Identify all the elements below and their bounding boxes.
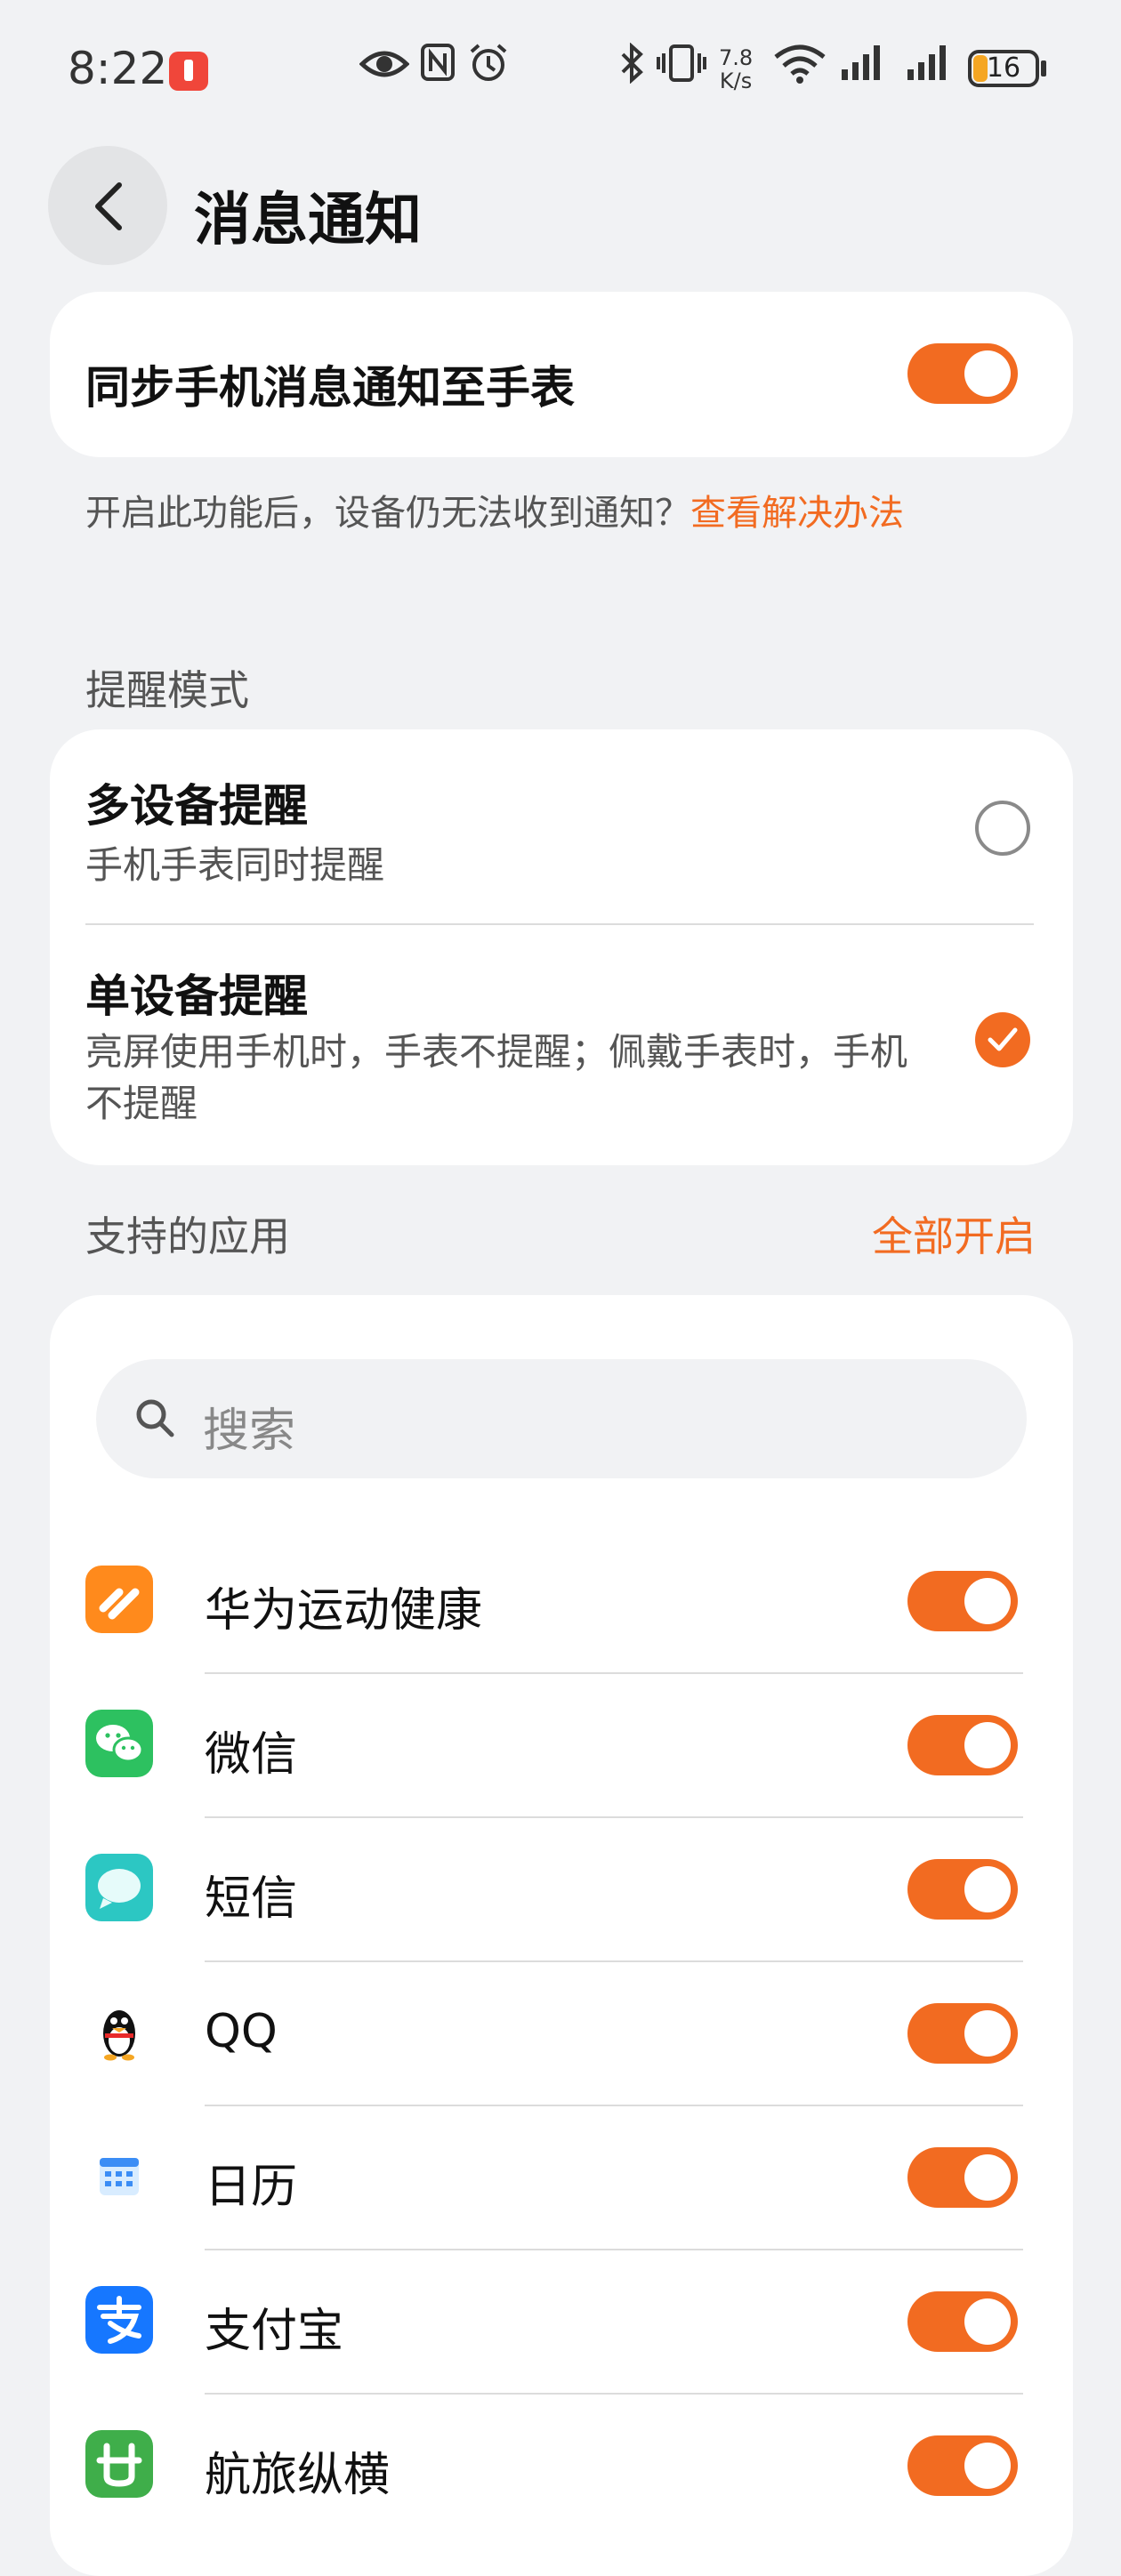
nfc-icon (420, 43, 456, 96)
app-row: 华为运动健康 (50, 1530, 1073, 1674)
app-name: 航旅纵横 (205, 2449, 391, 2502)
check-icon (988, 1027, 1018, 1051)
vibrate-icon (657, 43, 706, 98)
bluetooth-icon (619, 42, 646, 98)
app-toggle[interactable] (907, 1715, 1018, 1775)
alipay-icon (85, 2286, 153, 2354)
supported-apps-label: 支持的应用 (85, 1212, 290, 1260)
app-name: 日历 (205, 2161, 298, 2214)
app-name: 微信 (205, 1728, 298, 1782)
option-desc: 手机手表同时提醒 (85, 843, 385, 887)
page-title: 消息通知 (194, 188, 422, 254)
reminder-option-multi[interactable]: 多设备提醒 手机手表同时提醒 (50, 729, 1073, 923)
reminder-mode-card: 多设备提醒 手机手表同时提醒 单设备提醒 亮屏使用手机时，手表不提醒；佩戴手表时… (50, 729, 1073, 1165)
app-toggle[interactable] (907, 1859, 1018, 1920)
back-button[interactable] (48, 146, 167, 265)
net-speed-value: 7.8 (719, 45, 754, 70)
app-row: 支付宝 (50, 2250, 1073, 2395)
alarm-icon (468, 43, 509, 98)
sync-hint-text: 开启此功能后，设备仍无法收到通知？ (85, 493, 690, 534)
signal-icon (906, 43, 952, 96)
enable-all-button[interactable]: 全部开启 (872, 1204, 1036, 1263)
app-row: 短信 (50, 1818, 1073, 1962)
qq-penguin-icon (85, 1998, 153, 2065)
status-bar: 8:22 7.8 K/s 16 (0, 0, 1121, 133)
option-title: 单设备提醒 (85, 970, 308, 1022)
reminder-mode-label: 提醒模式 (85, 666, 249, 714)
app-toggle[interactable] (907, 2003, 1018, 2064)
chevron-left-icon (95, 182, 122, 230)
battery-tip (1041, 60, 1046, 76)
app-row: 日历 (50, 2106, 1073, 2250)
app-toggle[interactable] (907, 2147, 1018, 2208)
app-toggle[interactable] (907, 1571, 1018, 1631)
option-title: 多设备提醒 (85, 780, 308, 832)
eye-icon (359, 43, 410, 96)
reminder-option-single[interactable]: 单设备提醒 亮屏使用手机时，手表不提醒；佩戴手表时，手机不提醒 (50, 925, 1073, 1165)
app-name: 华为运动健康 (205, 1584, 483, 1638)
messages-icon (85, 1854, 153, 1921)
app-row: 航旅纵横 (50, 2395, 1073, 2539)
solution-link[interactable]: 查看解决办法 (690, 493, 904, 534)
sync-hint: 开启此功能后，设备仍无法收到通知？查看解决办法 (85, 484, 904, 535)
apps-card: 搜索 华为运动健康 微信 短信 QQ 日历 支付宝 航旅纵横 (50, 1295, 1073, 2576)
calendar-icon (85, 2142, 153, 2210)
wifi-icon (772, 43, 827, 98)
app-row: QQ (50, 1962, 1073, 2106)
app-toggle[interactable] (907, 2435, 1018, 2496)
app-name: QQ (205, 2005, 278, 2058)
app-toggle[interactable] (907, 2291, 1018, 2352)
radio-selected[interactable] (975, 1012, 1030, 1067)
signal-icon (840, 43, 886, 96)
battery-level: 16 (986, 52, 1021, 84)
sync-card: 同步手机消息通知至手表 (50, 292, 1073, 457)
search-input[interactable]: 搜索 (203, 1393, 295, 1460)
option-desc: 亮屏使用手机时，手表不提醒；佩戴手表时，手机不提醒 (85, 1030, 908, 1125)
net-speed: 7.8 K/s (719, 46, 753, 93)
app-name: 短信 (205, 1872, 298, 1926)
battery-icon: 16 (968, 50, 1039, 87)
app-row: 微信 (50, 1674, 1073, 1818)
sync-label: 同步手机消息通知至手表 (85, 362, 575, 414)
huawei-health-icon (85, 1566, 153, 1633)
status-time: 8:22 (68, 43, 168, 94)
app-name: 支付宝 (205, 2305, 344, 2358)
search-bar[interactable]: 搜索 (96, 1359, 1027, 1478)
hanglv-icon (85, 2430, 153, 2498)
sync-toggle[interactable] (907, 343, 1018, 404)
notification-badge-icon (169, 52, 208, 91)
search-icon (136, 1399, 174, 1437)
wechat-icon (85, 1710, 153, 1777)
net-speed-unit: K/s (719, 68, 753, 93)
radio-unselected[interactable] (975, 801, 1030, 856)
